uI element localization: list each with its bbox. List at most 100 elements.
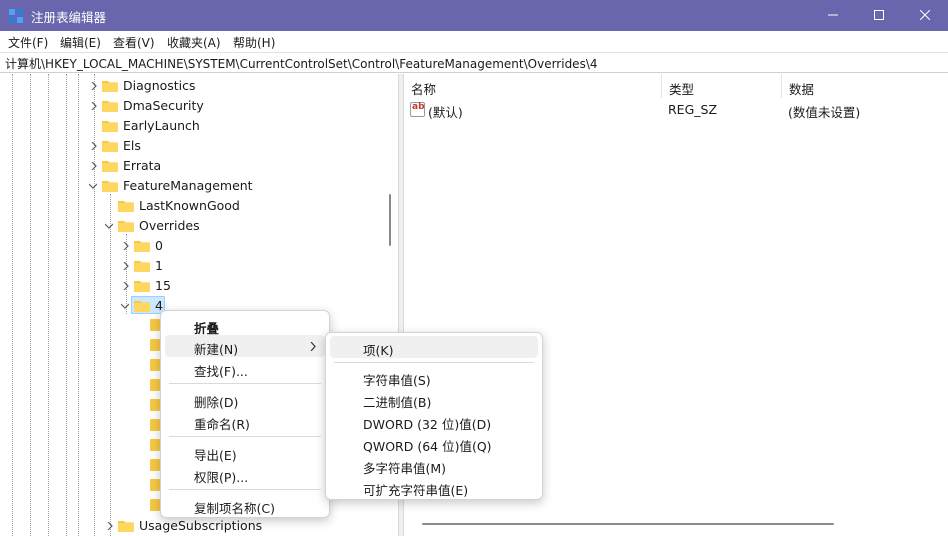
menu-item-new-expandable-string-value[interactable]: 可扩充字符串值(E): [330, 476, 538, 498]
tree-item-lastknowngood[interactable]: LastKnownGood: [104, 196, 364, 216]
tree-guide-line: [12, 74, 13, 536]
minimize-button[interactable]: [810, 0, 856, 31]
menu-item-permissions[interactable]: 权限(P)...: [165, 463, 325, 485]
menu-item-new-qword-value[interactable]: QWORD (64 位)值(Q): [330, 432, 538, 454]
tree-guide-line: [110, 194, 111, 536]
chevron-right-icon[interactable]: [106, 522, 114, 530]
chevron-down-icon[interactable]: [89, 182, 97, 190]
minimize-icon: [828, 14, 838, 16]
folder-icon: [150, 459, 160, 471]
tree-item-errata[interactable]: Errata: [88, 156, 368, 176]
tree-item-overrides[interactable]: Overrides: [104, 216, 364, 236]
tree-item-earlylaunch[interactable]: EarlyLaunch: [88, 116, 368, 136]
tree-guide-line: [78, 74, 79, 536]
folder-icon: [134, 261, 150, 272]
column-header-name[interactable]: 名称: [404, 74, 662, 98]
tree-item-label: Overrides: [139, 218, 200, 233]
folder-open-icon: [134, 301, 150, 312]
horizontal-scrollbar-thumb[interactable]: [422, 523, 834, 525]
folder-icon: [134, 281, 150, 292]
menu-file[interactable]: 文件(F): [8, 34, 48, 51]
tree-item-label: 15: [155, 278, 171, 293]
tree-item-0[interactable]: 0: [120, 236, 360, 256]
tree-guide-line: [66, 74, 67, 536]
tree-item-1[interactable]: 1: [120, 256, 360, 276]
menu-item-new-dword-value[interactable]: DWORD (32 位)值(D): [330, 410, 538, 432]
folder-icon: [150, 339, 160, 351]
chevron-right-icon[interactable]: [122, 242, 130, 250]
chevron-right-icon[interactable]: [90, 82, 98, 90]
value-name: (默认): [428, 105, 463, 120]
tree-item-dmasecurity[interactable]: DmaSecurity: [88, 96, 368, 116]
chevron-right-icon[interactable]: [90, 142, 98, 150]
chevron-right-icon[interactable]: [90, 102, 98, 110]
tree-item-featuremanagement[interactable]: FeatureManagement: [88, 176, 368, 196]
menu-separator: [169, 436, 321, 437]
folder-icon: [102, 121, 118, 132]
menu-item-new[interactable]: 新建(N): [165, 335, 325, 357]
close-button[interactable]: [902, 0, 948, 31]
string-value-icon: ab: [410, 102, 425, 117]
close-icon: [920, 10, 930, 20]
column-header-data[interactable]: 数据: [782, 74, 948, 98]
chevron-right-icon[interactable]: [122, 282, 130, 290]
menu-item-find[interactable]: 查找(F)...: [165, 357, 325, 379]
folder-icon: [150, 499, 160, 511]
context-menu: 折叠 新建(N) 查找(F)... 删除(D) 重命名(R) 导出(E) 权限(…: [160, 310, 330, 518]
menu-item-collapse[interactable]: 折叠: [165, 314, 325, 336]
menu-view[interactable]: 查看(V): [113, 34, 155, 51]
tree-item-15[interactable]: 15: [120, 276, 360, 296]
address-bar[interactable]: 计算机\HKEY_LOCAL_MACHINE\SYSTEM\CurrentCon…: [0, 52, 948, 73]
tree-item-label: Els: [123, 138, 141, 153]
maximize-icon: [874, 10, 884, 20]
address-path[interactable]: 计算机\HKEY_LOCAL_MACHINE\SYSTEM\CurrentCon…: [5, 55, 598, 72]
menu-item-new-key[interactable]: 项(K): [330, 336, 538, 358]
tree-item-usagesubscriptions[interactable]: UsageSubscriptions: [104, 516, 364, 536]
menu-edit[interactable]: 编辑(E): [60, 34, 101, 51]
menu-item-new-string-value[interactable]: 字符串值(S): [330, 366, 538, 388]
chevron-right-icon[interactable]: [90, 162, 98, 170]
folder-icon: [102, 81, 118, 92]
tree-item-label: UsageSubscriptions: [139, 518, 263, 533]
menu-separator: [169, 489, 321, 490]
folder-icon: [150, 319, 160, 331]
folder-open-icon: [118, 221, 134, 232]
folder-icon: [102, 141, 118, 152]
folder-icon: [150, 399, 160, 411]
value-data: (数值未设置): [788, 105, 861, 120]
menu-help[interactable]: 帮助(H): [233, 34, 275, 51]
menu-item-delete[interactable]: 删除(D): [165, 388, 325, 410]
value-type: REG_SZ: [668, 102, 718, 117]
menu-favorites[interactable]: 收藏夹(A): [167, 34, 221, 51]
maximize-button[interactable]: [856, 0, 902, 31]
folder-icon: [150, 479, 160, 491]
menu-item-export[interactable]: 导出(E): [165, 441, 325, 463]
folder-icon: [150, 419, 160, 431]
menu-item-new-multi-string-value[interactable]: 多字符串值(M): [330, 454, 538, 476]
scrollbar-thumb[interactable]: [389, 194, 391, 246]
folder-icon: [102, 101, 118, 112]
folder-icon: [134, 241, 150, 252]
folder-icon: [118, 201, 134, 212]
folder-icon: [102, 161, 118, 172]
tree-item-label: 1: [155, 258, 163, 273]
tree-item-diagnostics[interactable]: Diagnostics: [88, 76, 368, 96]
tree-item-label: LastKnownGood: [139, 198, 240, 213]
tree-guide-line: [30, 74, 31, 536]
chevron-right-icon: [310, 342, 316, 351]
chevron-right-icon[interactable]: [122, 262, 130, 270]
menu-separator: [169, 383, 321, 384]
column-header-type[interactable]: 类型: [662, 74, 782, 98]
tree-item-label: FeatureManagement: [123, 178, 253, 193]
tree-item-els[interactable]: Els: [88, 136, 368, 156]
chevron-down-icon[interactable]: [121, 302, 129, 310]
menu-item-rename[interactable]: 重命名(R): [165, 410, 325, 432]
chevron-down-icon[interactable]: [105, 222, 113, 230]
regedit-app-icon: [9, 9, 23, 23]
menu-item-new-binary-value[interactable]: 二进制值(B): [330, 388, 538, 410]
tree-item-label: EarlyLaunch: [123, 118, 200, 133]
folder-icon: [150, 439, 160, 451]
menu-item-copy-key-name[interactable]: 复制项名称(C): [165, 494, 325, 516]
title-bar[interactable]: 注册表编辑器: [0, 0, 948, 31]
window-title: 注册表编辑器: [31, 10, 107, 25]
